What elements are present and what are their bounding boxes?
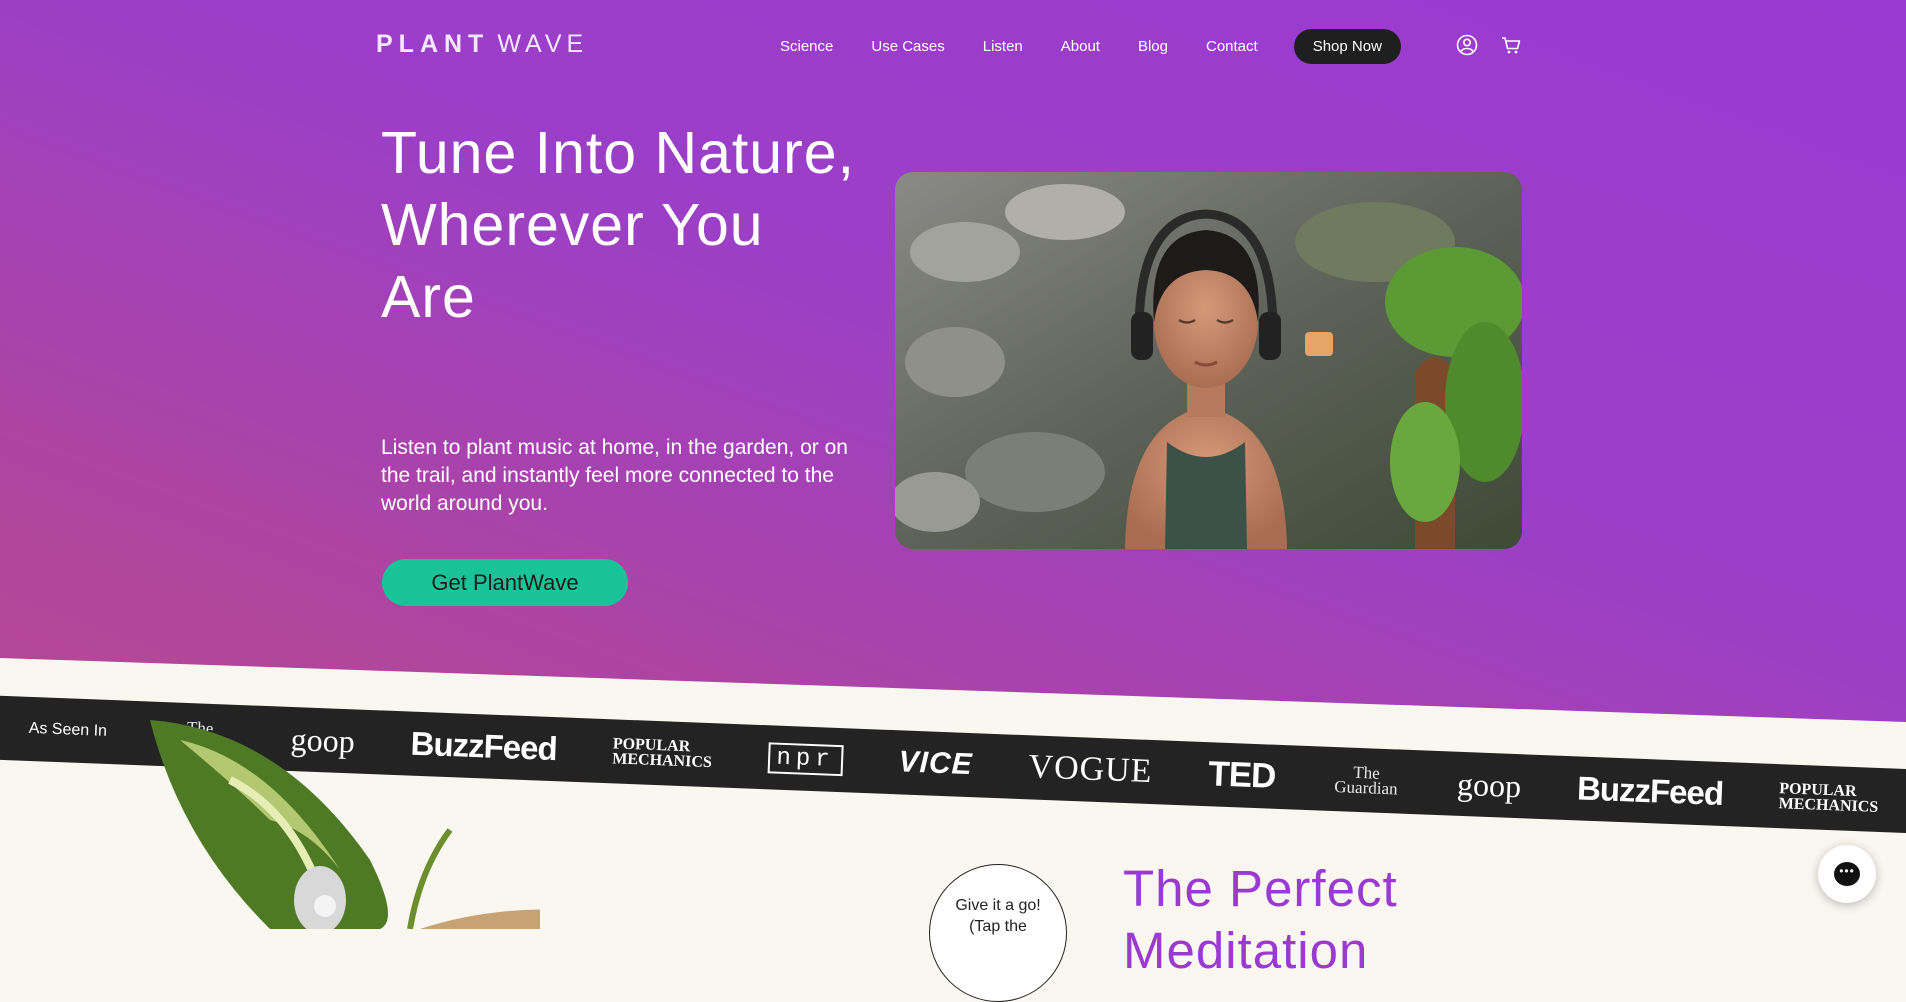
nav-link-contact[interactable]: Contact <box>1206 38 1258 55</box>
section-title: The Perfect Meditation <box>1123 860 1398 979</box>
nav-link-use-cases[interactable]: Use Cases <box>871 38 944 55</box>
chat-bubble-icon[interactable]: ••• <box>1818 845 1876 903</box>
press-logo-npr: npr <box>767 741 844 776</box>
get-plantwave-button[interactable]: Get PlantWave <box>382 559 628 606</box>
chat-dots-icon: ••• <box>1834 862 1860 886</box>
nav-link-science[interactable]: Science <box>780 38 833 55</box>
press-logo-buzzfeed: BuzzFeed <box>1576 769 1724 812</box>
press-logo-guardian: The Guardian <box>1334 762 1398 799</box>
press-logo-popular-mechanics: POPULAR MECHANICS <box>611 735 713 772</box>
user-circle-icon[interactable] <box>1456 34 1478 56</box>
press-logo-goop: goop <box>1456 765 1522 804</box>
nav-link-blog[interactable]: Blog <box>1138 38 1168 55</box>
give-it-a-go-bubble[interactable]: Give it a go! (Tap the <box>929 864 1067 1002</box>
cart-icon[interactable] <box>1500 34 1522 56</box>
as-seen-in-label: As Seen In <box>28 719 108 740</box>
press-logo-vice: VICE <box>897 745 974 782</box>
nav-link-listen[interactable]: Listen <box>983 38 1023 55</box>
press-logo-ted: TED <box>1207 754 1277 796</box>
hero-subtitle: Listen to plant music at home, in the ga… <box>381 436 848 515</box>
hero-photo-woman-meditating <box>895 172 1522 549</box>
hero-title: Tune Into Nature, Wherever You Are <box>381 120 855 330</box>
plant-leaf-illustration <box>150 720 540 929</box>
main-nav: Science Use Cases Listen About Blog Cont… <box>780 28 1401 64</box>
shop-now-button[interactable]: Shop Now <box>1293 28 1401 64</box>
plantwave-logo[interactable]: PLANT WAVE <box>376 30 588 59</box>
press-logo-vogue: VOGUE <box>1027 748 1154 791</box>
nav-link-about[interactable]: About <box>1061 38 1100 55</box>
press-logo-popular-mechanics: POPULAR MECHANICS <box>1778 780 1879 816</box>
